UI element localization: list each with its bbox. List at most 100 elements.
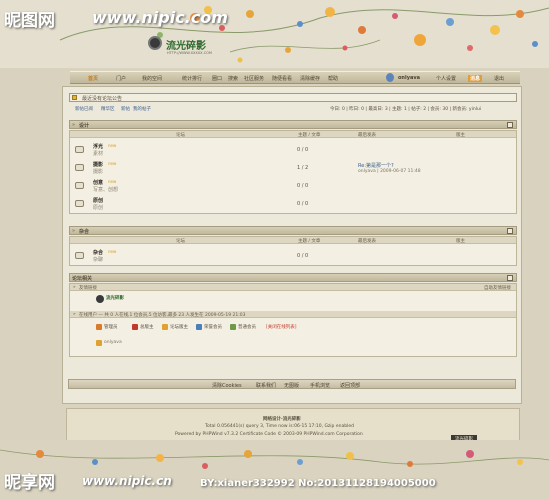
forum-count: 0 / 0 bbox=[297, 201, 309, 207]
forum-name[interactable]: 浮光 bbox=[93, 143, 103, 150]
forum-count: 0 / 0 bbox=[297, 183, 309, 189]
col-forum: 论坛 bbox=[176, 239, 185, 244]
forum-desc: 写意、创想 bbox=[93, 187, 119, 193]
nav-search[interactable]: 搜索 bbox=[228, 75, 238, 82]
category-title: 杂合 bbox=[79, 229, 90, 235]
related-panel: » 友情链接 自助友情链接 流光碎影 » 在线用户 — 共 0 人在线,1 位会… bbox=[69, 283, 517, 357]
forum-row[interactable]: 摄影 new 摄影 1 / 2 Re:第是那一个? onlyava | 2009… bbox=[70, 159, 516, 177]
forum-desc: 杂聊 bbox=[93, 257, 104, 263]
links-self-service[interactable]: 自助友情链接 bbox=[484, 285, 511, 291]
link-logo-text[interactable]: 流光碎影 bbox=[106, 295, 124, 301]
nav-logout[interactable]: 退出 bbox=[494, 75, 504, 82]
nav-circle[interactable]: 圈口 bbox=[212, 75, 222, 82]
forum-count: 0 / 0 bbox=[297, 147, 309, 153]
category-panel-design: 论坛 主题 / 文章 最后发表 版主 浮光 new 素材 0 / 0 摄影 ne… bbox=[69, 130, 517, 214]
forum-icon bbox=[75, 182, 84, 189]
forum-name[interactable]: 杂合 bbox=[93, 249, 103, 256]
nav-messages[interactable]: 消息 bbox=[468, 75, 483, 82]
forum-name[interactable]: 原创 bbox=[93, 197, 103, 204]
nav-help[interactable]: 帮助 bbox=[328, 75, 338, 82]
quick-digest[interactable]: 精华区 bbox=[101, 106, 115, 112]
admin-icon bbox=[96, 324, 102, 330]
online-header: » 在线用户 — 共 0 人在线,1 位会员,5 位访客,最多 23 人发生在 … bbox=[70, 311, 516, 318]
page-header: 昵图网 www.nipic.com 流光碎影 HTTP://WWW.XXXXX.… bbox=[0, 0, 549, 68]
honor-icon bbox=[196, 324, 202, 330]
site-logo-sub: HTTP://WWW.XXXXX.COM bbox=[167, 51, 212, 55]
floral-decoration bbox=[59, 6, 549, 63]
col-forum: 论坛 bbox=[176, 133, 185, 138]
camera-lens-icon bbox=[148, 36, 162, 50]
column-header: 论坛 主题 / 文章 最后发表 版主 bbox=[70, 131, 516, 138]
nav-clear-cache[interactable]: 清除缓存 bbox=[300, 75, 320, 82]
forum-desc: 素材 bbox=[93, 151, 104, 157]
last-post-title[interactable]: Re:第是那一个? bbox=[358, 162, 394, 169]
watermark-top-left: 昵图网 bbox=[4, 11, 55, 31]
footer-links: 清除Cookies 联系我们 无图版 手机浏览 返回顶部 bbox=[68, 379, 516, 389]
legend-admin: 管理员 bbox=[104, 325, 118, 330]
credit-line2: Powered by PHPWind v7.3.2 Certificate Co… bbox=[175, 432, 363, 437]
category-title: 设计 bbox=[79, 123, 90, 129]
forum-desc: 原创 bbox=[93, 205, 104, 211]
credit-panel: 网络设计·流光碎影 Total 0.056441(s) query 3, Tim… bbox=[66, 408, 520, 444]
related-header[interactable]: 论坛相关 bbox=[69, 273, 517, 282]
link-logo-icon[interactable] bbox=[96, 295, 104, 303]
nav-username[interactable]: onlyava bbox=[398, 75, 420, 81]
credit-title: 网络设计·流光碎影 bbox=[263, 417, 301, 422]
category-header-design[interactable]: » 设计 bbox=[69, 120, 517, 129]
forum-icon bbox=[75, 146, 84, 153]
legend-honor: 荣誉会员 bbox=[204, 325, 222, 330]
online-user[interactable]: onlyava bbox=[104, 340, 122, 345]
nav-my-space[interactable]: 我的空间 bbox=[142, 75, 162, 82]
nav-settings[interactable]: 个人设置 bbox=[436, 75, 456, 82]
announcement-icon bbox=[72, 95, 77, 100]
links-header: » 友情链接 自助友情链接 bbox=[70, 284, 516, 291]
main-nav: 首页 门户 我的空间 统计排行 圈口 搜索 社区服务 随便看看 清除缓存 帮助 … bbox=[70, 71, 520, 84]
col-topics: 主题 / 文章 bbox=[298, 239, 321, 244]
online-user-icon bbox=[96, 340, 102, 346]
col-mod: 版主 bbox=[456, 239, 465, 244]
legend-super-mod: 总版主 bbox=[140, 325, 154, 330]
quick-mine[interactable]: 我的帖子 bbox=[133, 106, 151, 112]
footer-top[interactable]: 返回顶部 bbox=[340, 382, 360, 389]
collapse-icon[interactable] bbox=[507, 228, 513, 234]
forum-row[interactable]: 创意 new 写意、创想 0 / 0 bbox=[70, 177, 516, 195]
close-online-list[interactable]: [关闭在线列表] bbox=[266, 324, 297, 330]
watermark-bottom-url: www.nipic.cn bbox=[82, 474, 172, 488]
last-post-by: onlyava | 2009-06-07 11:48 bbox=[358, 169, 421, 174]
watermark-bottom-right: BY:xianer332992 No:20131128194005000 bbox=[200, 478, 436, 489]
forum-stats: 今日: 0 | 昨日: 0 | 最高日: 3 | 主题: 1 | 帖子: 2 |… bbox=[330, 107, 482, 112]
nav-community[interactable]: 社区服务 bbox=[244, 75, 264, 82]
forum-row[interactable]: 杂合 new 杂聊 0 / 0 bbox=[70, 247, 516, 265]
quick-new[interactable]: 新帖 bbox=[121, 106, 130, 112]
announcement-bar: 最近没有论坛公告 bbox=[69, 93, 517, 102]
forum-name[interactable]: 摄影 bbox=[93, 161, 103, 168]
col-mod: 版主 bbox=[456, 133, 465, 138]
col-last: 最后发表 bbox=[358, 239, 376, 244]
nav-random[interactable]: 随便看看 bbox=[272, 75, 292, 82]
forum-count: 0 / 0 bbox=[297, 253, 309, 259]
col-last: 最后发表 bbox=[358, 133, 376, 138]
footer-clear-cookies[interactable]: 清除Cookies bbox=[212, 382, 242, 389]
nav-home[interactable]: 首页 bbox=[88, 75, 98, 82]
legend-mod: 论坛版主 bbox=[170, 325, 188, 330]
footer-contact[interactable]: 联系我们 bbox=[256, 382, 276, 389]
online-summary: 在线用户 — 共 0 人在线,1 位会员,5 位访客,最多 23 人发生在 20… bbox=[79, 313, 246, 318]
collapse-icon[interactable] bbox=[507, 275, 513, 281]
forum-row[interactable]: 浮光 new 素材 0 / 0 bbox=[70, 141, 516, 159]
links-label: 友情链接 bbox=[79, 286, 97, 291]
watermark-bottom-left: 昵享网 bbox=[4, 473, 55, 493]
forum-main: 最近没有论坛公告 新帖已阅 精华区 新帖 我的帖子 今日: 0 | 昨日: 0 … bbox=[62, 86, 522, 404]
collapse-icon[interactable] bbox=[507, 122, 513, 128]
nav-stats[interactable]: 统计排行 bbox=[182, 75, 202, 82]
super-mod-icon bbox=[132, 324, 138, 330]
forum-row[interactable]: 原创 原创 0 / 0 bbox=[70, 195, 516, 213]
quick-read[interactable]: 新帖已阅 bbox=[75, 106, 93, 112]
forum-name[interactable]: 创意 bbox=[93, 179, 103, 186]
announcement-text[interactable]: 最近没有论坛公告 bbox=[82, 95, 122, 102]
site-logo[interactable]: 流光碎影 bbox=[166, 37, 206, 52]
footer-mobile[interactable]: 手机浏览 bbox=[310, 382, 330, 389]
nav-portal[interactable]: 门户 bbox=[116, 75, 126, 82]
footer-no-image[interactable]: 无图版 bbox=[284, 382, 299, 389]
member-icon bbox=[230, 324, 236, 330]
category-header-misc[interactable]: » 杂合 bbox=[69, 226, 517, 235]
